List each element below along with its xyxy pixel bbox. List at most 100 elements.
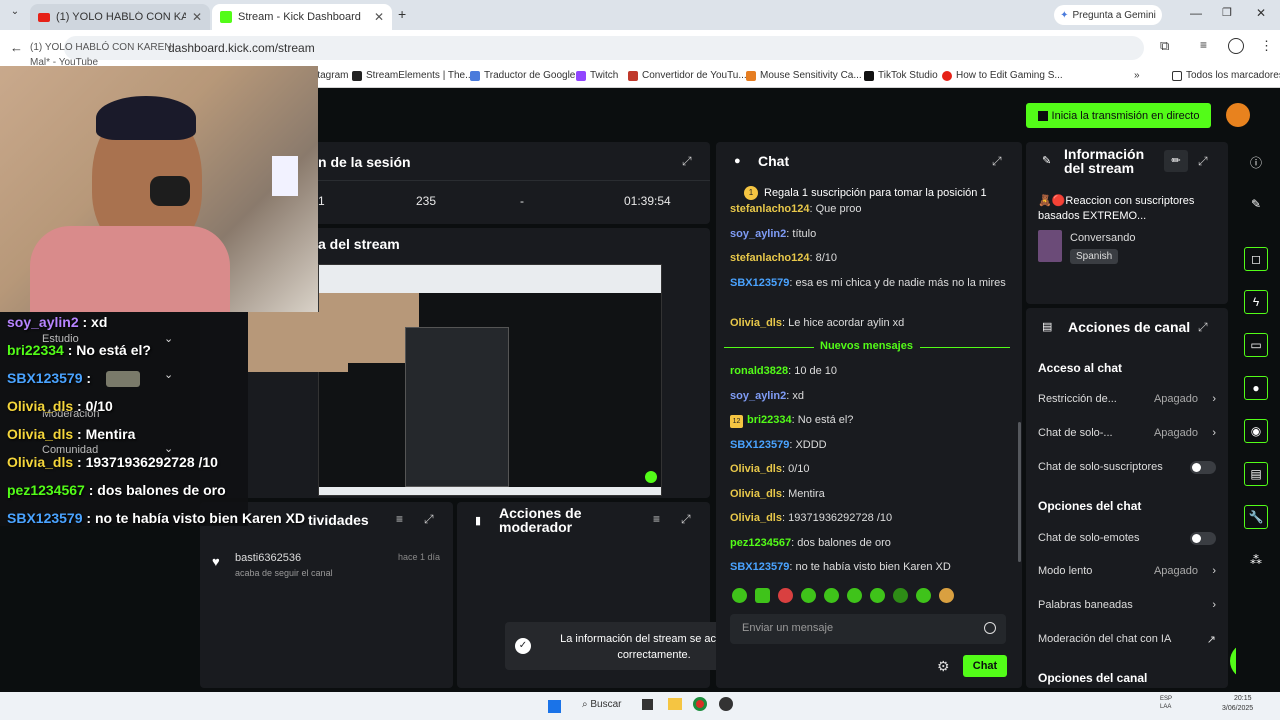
subscribers-only-toggle[interactable] [1190,461,1216,474]
tab-youtube[interactable]: (1) YOLO HABLÓ CON KAREN !!! ✕ [30,4,210,30]
wrench-icon[interactable]: 🔧 [1244,505,1268,529]
bookmark-item[interactable]: How to Edit Gaming S... [942,70,1063,81]
banned-words-row[interactable]: Palabras baneadas › [1038,599,1218,611]
clock-date[interactable]: 3/06/2025 [1222,705,1253,712]
bookmarks-overflow-icon[interactable]: » [1134,70,1140,81]
avatar[interactable] [1226,103,1250,127]
media-icon[interactable]: ≡ [1200,38,1207,52]
go-live-button[interactable]: Inicia la transmisión en directo [1026,103,1211,128]
emote-icon[interactable] [916,588,931,603]
chat-restriction-row[interactable]: Restricción de... Apagado › [1038,393,1218,405]
document-icon[interactable]: ▭ [1244,333,1268,357]
chat-username[interactable]: stefanlacho124 [730,252,809,264]
emote-icon[interactable] [801,588,816,603]
profile-icon[interactable] [1228,38,1244,54]
task-view-icon[interactable] [642,699,653,710]
close-icon[interactable]: ✕ [374,10,384,24]
close-window-button[interactable]: ✕ [1256,6,1266,20]
chat-username[interactable]: bri22334 [747,414,792,426]
tab-kick-dashboard[interactable]: Stream - Kick Dashboard ✕ [212,4,392,30]
chat-message: Olivia_dls: 19371936292728 /10 [730,512,893,524]
file-explorer-icon[interactable] [668,698,682,710]
stream-preview-video[interactable] [318,264,662,496]
extensions-icon[interactable]: ⧉ [1160,38,1169,54]
emote-icon[interactable] [870,588,885,603]
emote-icon[interactable] [778,588,793,603]
expand-icon[interactable]: ⤢ [681,512,691,527]
lightning-icon[interactable]: ϟ [1244,290,1268,314]
overlay-chat-line: pez1234567 : dos balones de oro [7,482,226,498]
back-arrow-icon[interactable]: ← [10,40,23,55]
slow-mode-row[interactable]: Modo lento Apagado › [1038,565,1218,577]
info-icon[interactable]: ⓘ [1244,150,1268,174]
chat-username[interactable]: Olivia_dls [730,317,782,329]
chat-username[interactable]: SBX123579 [730,277,789,289]
bookmark-item[interactable]: Traductor de Google [470,70,575,81]
layout-icon[interactable]: ▤ [1244,462,1268,486]
close-icon[interactable]: ✕ [192,10,202,24]
emoji-icon[interactable] [984,622,996,634]
pencil-icon[interactable]: ✎ [1244,192,1268,216]
bookmark-item[interactable]: StreamElements | The... [352,70,473,81]
windows-start-icon[interactable] [548,700,561,713]
tab-search-button[interactable]: ⌄ [6,6,24,24]
chat-icon[interactable]: ● [1244,376,1268,400]
expand-icon[interactable]: ⤢ [992,154,1002,169]
chrome-icon[interactable] [693,697,707,711]
nodes-icon[interactable]: ⁂ [1244,548,1268,572]
all-bookmarks[interactable]: Todos los marcadores [1172,70,1280,81]
emote-icon[interactable] [755,588,770,603]
edit-pencil-icon[interactable]: ✏ [1164,150,1188,172]
chat-username[interactable]: Olivia_dls [730,488,782,500]
capture-icon[interactable]: ◻ [1244,247,1268,271]
tab-label: (1) YOLO HABLÓ CON KAREN !!! [56,11,186,23]
chat-username[interactable]: soy_aylin2 [730,228,786,240]
new-tab-button[interactable]: + [398,6,406,22]
chat-text: 10 de 10 [794,365,838,377]
emote-icon[interactable] [939,588,954,603]
emote-icon[interactable] [893,588,908,603]
expand-icon[interactable]: ⤢ [424,512,434,527]
chat-send-button[interactable]: Chat [963,655,1007,677]
maximize-button[interactable]: ❐ [1222,6,1232,19]
expand-icon[interactable]: ⤢ [682,154,692,169]
scrollbar[interactable] [1018,422,1021,562]
broadcast-icon[interactable]: ◉ [1244,419,1268,443]
bookmark-item[interactable]: TikTok Studio [864,70,938,81]
chat-username[interactable]: Olivia_dls [730,512,782,524]
chat-username[interactable]: pez1234567 [730,537,791,549]
gift-banner[interactable]: 1 Regala 1 suscripción para tomar la pos… [744,186,987,200]
filter-icon[interactable]: ≡ [653,512,660,526]
chat-only-row[interactable]: Chat de solo-... Apagado › [1038,427,1218,439]
chat-input[interactable]: Enviar un mensaje [730,614,1006,644]
filter-icon[interactable]: ≡ [396,512,403,526]
taskbar-search[interactable]: ⌕ Buscar [582,699,622,710]
chat-settings-gear-icon[interactable]: ⚙ [937,658,950,675]
mouse-sensitivity-icon [746,70,756,81]
system-lang[interactable]: ESP LAA [1160,695,1180,711]
bookmark-item[interactable]: Mouse Sensitivity Ca... [746,70,862,81]
chat-username[interactable]: Olivia_dls [730,463,782,475]
address-bar[interactable]: dashboard.kick.com/stream [64,36,1144,60]
youtube-icon [942,70,952,81]
emote-icon[interactable] [824,588,839,603]
bookmark-item[interactable]: Convertidor de YouTu... [628,70,747,81]
obs-icon[interactable] [719,697,733,711]
clock-time[interactable]: 20:15 [1234,695,1252,702]
chat-username[interactable]: SBX123579 [730,439,789,451]
chat-username[interactable]: SBX123579 [730,561,789,573]
bookmark-item[interactable]: Twitch [576,70,618,81]
expand-icon[interactable]: ⤢ [1198,320,1208,335]
chat-text: 19371936292728 /10 [788,512,893,524]
emote-icon[interactable] [732,588,747,603]
expand-icon[interactable]: ⤢ [1198,154,1208,169]
minimize-button[interactable]: — [1190,6,1202,20]
emotes-only-toggle[interactable] [1190,532,1216,545]
chat-username[interactable]: soy_aylin2 [730,390,786,402]
emote-icon[interactable] [847,588,862,603]
chat-username[interactable]: stefanlacho124 [730,203,809,215]
ai-moderation-row[interactable]: Moderación del chat con IA ↗ [1038,633,1218,646]
gemini-button[interactable]: ✦ Pregunta a Gemini [1054,5,1162,25]
menu-kebab-icon[interactable]: ⋮ [1260,38,1273,54]
chat-username[interactable]: ronald3828 [730,365,788,377]
